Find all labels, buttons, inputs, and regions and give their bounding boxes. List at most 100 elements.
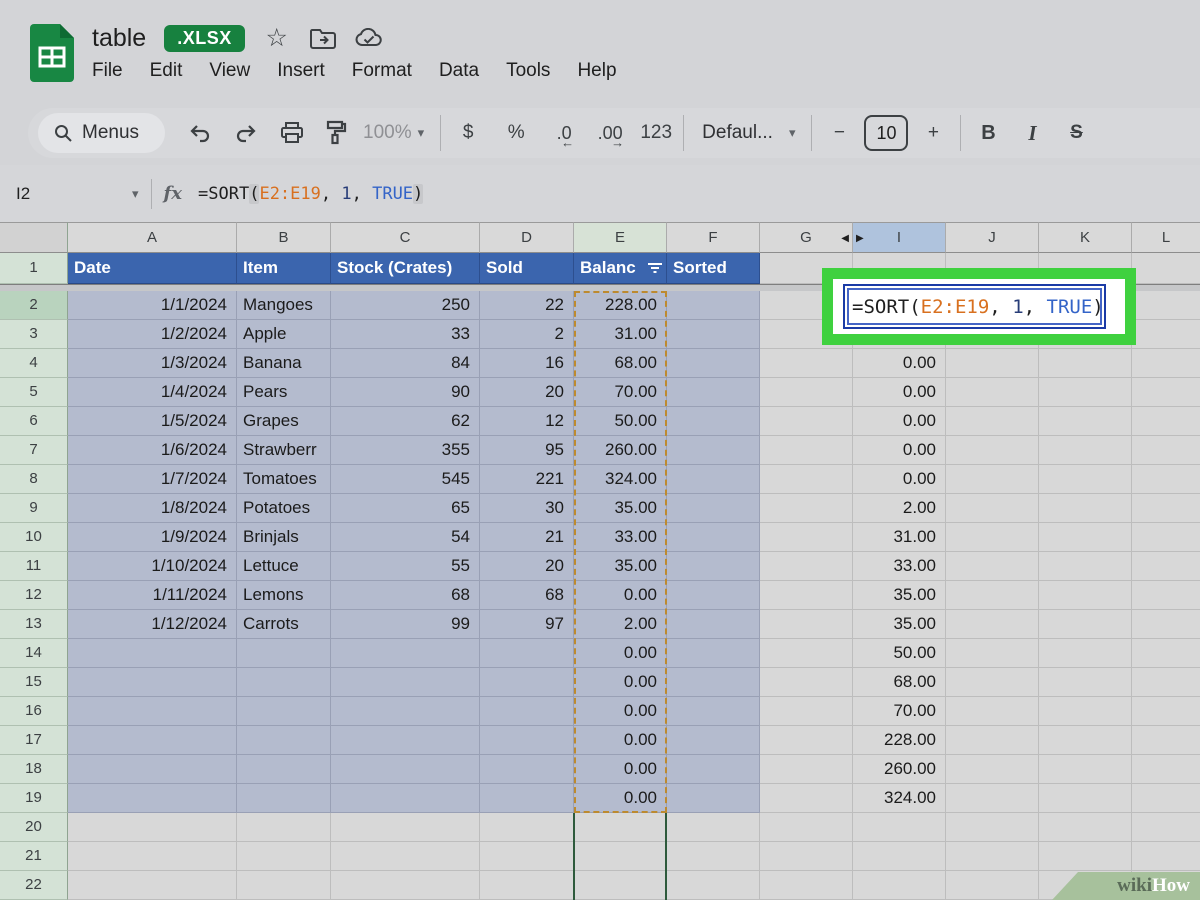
row-header-6[interactable]: 6: [0, 407, 68, 436]
cell-b2[interactable]: Mangoes: [237, 291, 331, 320]
cell-g15[interactable]: [760, 668, 853, 697]
cell-c4[interactable]: 84: [331, 349, 480, 378]
cell-k21[interactable]: [1039, 842, 1132, 871]
cell-k7[interactable]: [1039, 436, 1132, 465]
undo-icon[interactable]: [183, 116, 217, 150]
cell-c12[interactable]: 68: [331, 581, 480, 610]
cell-editor-formula[interactable]: =SORT(E2:E19, 1, TRUE): [852, 296, 1104, 318]
cell-l18[interactable]: [1132, 755, 1200, 784]
cell-j12[interactable]: [946, 581, 1039, 610]
cell-a22[interactable]: [68, 871, 237, 900]
cell-g10[interactable]: [760, 523, 853, 552]
cell-a4[interactable]: 1/3/2024: [68, 349, 237, 378]
cell-c22[interactable]: [331, 871, 480, 900]
cell-k17[interactable]: [1039, 726, 1132, 755]
cell-j20[interactable]: [946, 813, 1039, 842]
cell-d3[interactable]: 2: [480, 320, 574, 349]
cell-f17[interactable]: [667, 726, 760, 755]
name-box-caret-icon[interactable]: ▾: [132, 186, 139, 202]
cell-d21[interactable]: [480, 842, 574, 871]
hidden-column-left-arrow-icon[interactable]: ◀: [841, 223, 849, 253]
cell-i12[interactable]: 35.00: [853, 581, 946, 610]
cell-i13[interactable]: 35.00: [853, 610, 946, 639]
cell-k19[interactable]: [1039, 784, 1132, 813]
cell-c16[interactable]: [331, 697, 480, 726]
cell-b8[interactable]: Tomatoes: [237, 465, 331, 494]
cell-g19[interactable]: [760, 784, 853, 813]
cell-b20[interactable]: [237, 813, 331, 842]
row-header-15[interactable]: 15: [0, 668, 68, 697]
menu-item-file[interactable]: File: [92, 60, 123, 82]
cell-e22[interactable]: [574, 871, 667, 900]
cell-e21[interactable]: [574, 842, 667, 871]
row-header-8[interactable]: 8: [0, 465, 68, 494]
italic-button[interactable]: I: [1015, 116, 1049, 150]
cell-f3[interactable]: [667, 320, 760, 349]
row-header-22[interactable]: 22: [0, 871, 68, 900]
cell-l13[interactable]: [1132, 610, 1200, 639]
redo-icon[interactable]: [229, 116, 263, 150]
cell-k15[interactable]: [1039, 668, 1132, 697]
header-cell-stock-crates-[interactable]: Stock (Crates): [331, 253, 480, 284]
cell-i21[interactable]: [853, 842, 946, 871]
cell-f10[interactable]: [667, 523, 760, 552]
cell-b7[interactable]: Strawberr: [237, 436, 331, 465]
cell-f15[interactable]: [667, 668, 760, 697]
cell-e5[interactable]: 70.00: [574, 378, 667, 407]
cell-d9[interactable]: 30: [480, 494, 574, 523]
cell-l19[interactable]: [1132, 784, 1200, 813]
col-header-g[interactable]: G◀: [760, 222, 853, 253]
cell-g9[interactable]: [760, 494, 853, 523]
cell-c19[interactable]: [331, 784, 480, 813]
cell-d22[interactable]: [480, 871, 574, 900]
cell-k6[interactable]: [1039, 407, 1132, 436]
col-header-f[interactable]: F: [667, 222, 760, 253]
cell-c11[interactable]: 55: [331, 552, 480, 581]
move-folder-icon[interactable]: [309, 24, 337, 52]
cell-c6[interactable]: 62: [331, 407, 480, 436]
cell-j4[interactable]: [946, 349, 1039, 378]
cell-j6[interactable]: [946, 407, 1039, 436]
cell-f11[interactable]: [667, 552, 760, 581]
cloud-saved-icon[interactable]: [355, 24, 383, 52]
cell-b10[interactable]: Brinjals: [237, 523, 331, 552]
cell-l12[interactable]: [1132, 581, 1200, 610]
hidden-column-right-arrow-icon[interactable]: ▶: [856, 223, 864, 253]
cell-i16[interactable]: 70.00: [853, 697, 946, 726]
cell-b15[interactable]: [237, 668, 331, 697]
cell-k14[interactable]: [1039, 639, 1132, 668]
row-header-5[interactable]: 5: [0, 378, 68, 407]
name-box[interactable]: I2: [0, 184, 126, 204]
cell-f21[interactable]: [667, 842, 760, 871]
cell-b3[interactable]: Apple: [237, 320, 331, 349]
cell-j10[interactable]: [946, 523, 1039, 552]
cell-f19[interactable]: [667, 784, 760, 813]
cell-g4[interactable]: [760, 349, 853, 378]
cell-b22[interactable]: [237, 871, 331, 900]
cell-g14[interactable]: [760, 639, 853, 668]
row-header-13[interactable]: 13: [0, 610, 68, 639]
cell-d5[interactable]: 20: [480, 378, 574, 407]
cell-l7[interactable]: [1132, 436, 1200, 465]
cell-e19[interactable]: 0.00: [574, 784, 667, 813]
cell-b6[interactable]: Grapes: [237, 407, 331, 436]
cell-g21[interactable]: [760, 842, 853, 871]
cell-i14[interactable]: 50.00: [853, 639, 946, 668]
currency-format-button[interactable]: $: [451, 116, 485, 150]
cell-c14[interactable]: [331, 639, 480, 668]
row-header-7[interactable]: 7: [0, 436, 68, 465]
cell-i5[interactable]: 0.00: [853, 378, 946, 407]
cell-a20[interactable]: [68, 813, 237, 842]
col-header-j[interactable]: J: [946, 222, 1039, 253]
header-cell-sold[interactable]: Sold: [480, 253, 574, 284]
cell-a9[interactable]: 1/8/2024: [68, 494, 237, 523]
cell-l15[interactable]: [1132, 668, 1200, 697]
cell-k20[interactable]: [1039, 813, 1132, 842]
header-cell-sorted[interactable]: Sorted: [667, 253, 760, 284]
cell-l21[interactable]: [1132, 842, 1200, 871]
cell-c5[interactable]: 90: [331, 378, 480, 407]
cell-b5[interactable]: Pears: [237, 378, 331, 407]
cell-d19[interactable]: [480, 784, 574, 813]
cell-a3[interactable]: 1/2/2024: [68, 320, 237, 349]
cell-e14[interactable]: 0.00: [574, 639, 667, 668]
